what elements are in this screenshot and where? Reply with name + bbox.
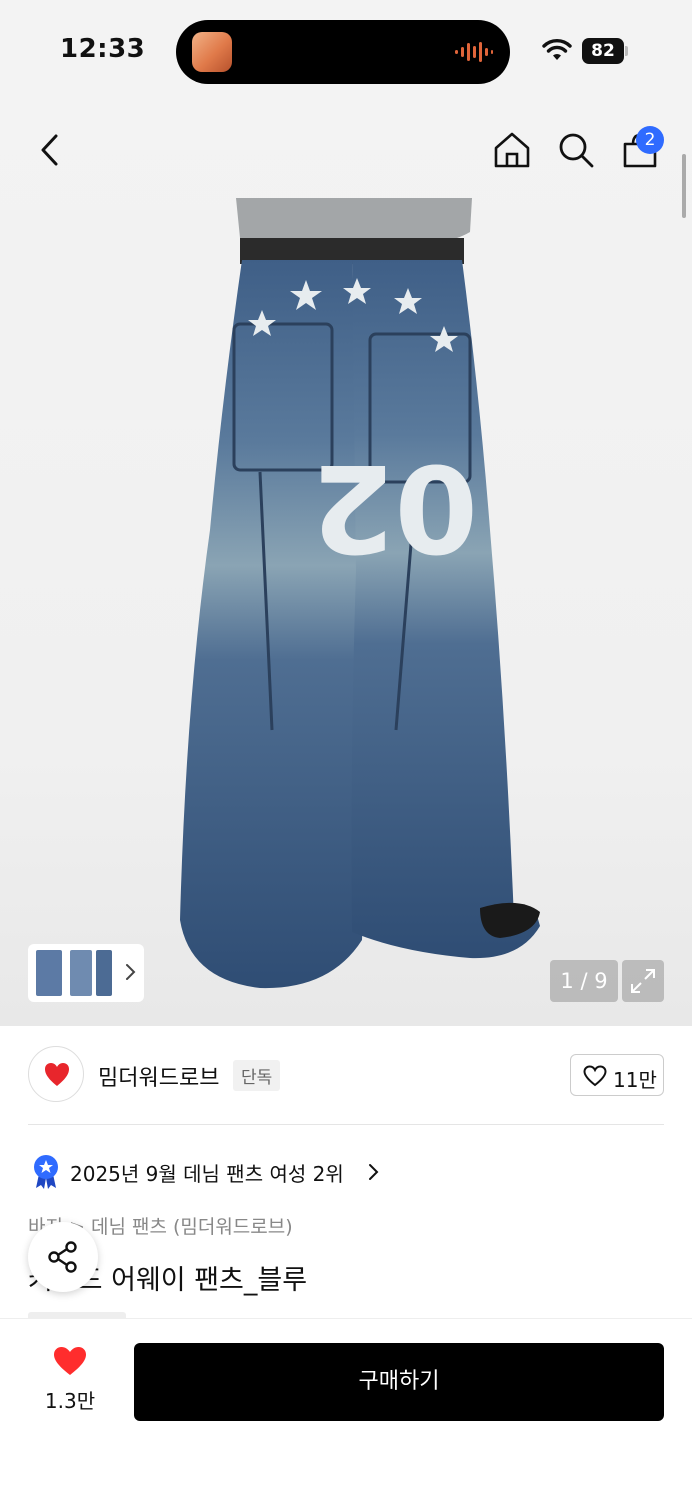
- wishlist-button[interactable]: 1.3만: [34, 1345, 106, 1415]
- bottom-action-bar: 1.3만 구매하기: [0, 1318, 692, 1500]
- thumbnail[interactable]: [36, 950, 62, 996]
- wifi-icon: [542, 39, 572, 60]
- heart-logo-icon: [45, 1063, 69, 1086]
- app-icon: [192, 32, 232, 72]
- divider: [28, 1124, 664, 1125]
- thumbnail-strip[interactable]: [28, 944, 144, 1002]
- status-time: 12:33: [60, 34, 146, 64]
- brand-like-button[interactable]: 11만: [570, 1054, 664, 1096]
- exclusive-tag: 단독: [233, 1060, 281, 1091]
- thumbnail[interactable]: [70, 950, 92, 996]
- ranking-badge-icon: [34, 1155, 58, 1189]
- heart-outline-icon: [583, 1065, 607, 1087]
- product-photo: 02: [180, 198, 540, 989]
- image-counter: 1 / 9: [550, 960, 618, 1002]
- dynamic-island[interactable]: [176, 20, 510, 84]
- expand-icon: [631, 969, 655, 993]
- brand-name[interactable]: 밈더워드로브: [98, 1060, 219, 1092]
- buy-button[interactable]: 구매하기: [134, 1343, 664, 1421]
- scrollbar[interactable]: [682, 154, 686, 218]
- home-icon[interactable]: [492, 130, 532, 170]
- audio-wave-icon: [455, 42, 493, 62]
- brand-row: 밈더워드로브 단독 11만: [0, 1026, 692, 1126]
- battery-level: 82: [582, 38, 624, 64]
- search-icon[interactable]: [556, 130, 596, 170]
- status-bar: 12:33 82: [0, 0, 692, 100]
- thumbnail[interactable]: [96, 950, 112, 996]
- svg-text:02: 02: [311, 437, 478, 576]
- product-image-gallery[interactable]: 02 2 1 / 9: [0, 100, 692, 1026]
- heart-filled-icon: [54, 1347, 86, 1375]
- wishlist-count: 1.3만: [44, 1389, 96, 1413]
- chevron-right-icon[interactable]: [124, 960, 138, 984]
- brand-like-count: 11만: [613, 1068, 657, 1092]
- brand-logo[interactable]: [28, 1046, 84, 1102]
- chevron-right-icon: [369, 1164, 379, 1180]
- share-icon: [48, 1241, 77, 1273]
- battery-icon: 82: [582, 38, 628, 64]
- share-button[interactable]: [28, 1222, 98, 1292]
- expand-button[interactable]: [622, 960, 664, 1002]
- back-icon[interactable]: [34, 130, 66, 170]
- ranking-text: 2025년 9월 데님 팬츠 여성 2위: [70, 1162, 344, 1186]
- cart-count-badge: 2: [636, 126, 664, 154]
